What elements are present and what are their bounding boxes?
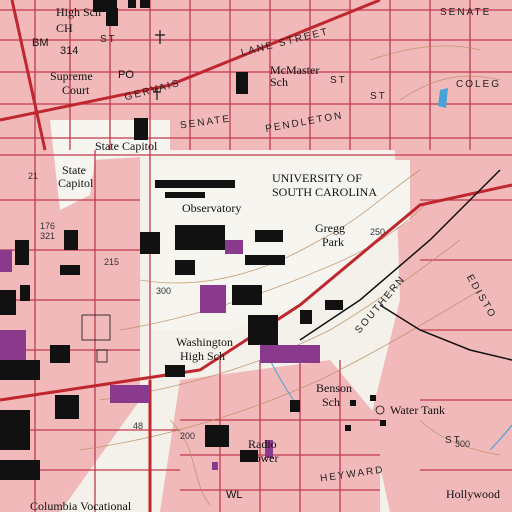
label-ch: CH xyxy=(56,21,73,35)
label-route-176: 176 xyxy=(40,221,56,231)
label-state-capitol: State Capitol xyxy=(95,139,158,153)
label-observatory: Observatory xyxy=(182,201,242,215)
label-benson-sch: Sch xyxy=(322,395,340,409)
label-contour-300b: 300 xyxy=(455,439,471,449)
label-tower: Tower xyxy=(248,451,279,465)
label-wl: WL xyxy=(226,489,243,501)
label-po: PO xyxy=(118,69,134,81)
label-contour-300a: 300 xyxy=(156,286,172,296)
label-benson: Benson xyxy=(316,381,352,395)
label-bm-elevation: 314 xyxy=(60,45,79,57)
label-state: State xyxy=(62,163,86,177)
label-gregg: Gregg xyxy=(315,221,345,235)
label-route-48: 48 xyxy=(133,421,144,431)
label-st-mid: ST xyxy=(330,75,347,86)
label-water-tank: Water Tank xyxy=(390,403,445,417)
label-mcmaster-sch: Sch xyxy=(270,75,288,89)
label-st-pendleton: ST xyxy=(370,91,387,102)
topographic-map[interactable]: High Sch CH BM 314 ST Supreme Court PO G… xyxy=(0,0,512,512)
label-senate-top: SENATE xyxy=(440,7,492,18)
label-park: Park xyxy=(322,235,344,249)
label-college: COLEG xyxy=(456,79,502,90)
label-radio: Radio xyxy=(248,437,277,451)
label-washington: Washington xyxy=(176,335,234,349)
label-supreme: Supreme xyxy=(50,69,93,83)
label-columbia-vocational: Columbia Vocational xyxy=(30,499,132,512)
label-high-sch: High Sch xyxy=(56,5,101,19)
label-court: Court xyxy=(62,83,90,97)
label-university-of: UNIVERSITY OF xyxy=(272,171,362,185)
label-washington-high-sch: High Sch xyxy=(180,349,225,363)
label-route-215: 215 xyxy=(104,257,120,267)
label-south-carolina: SOUTH CAROLINA xyxy=(272,185,377,199)
label-hollywood: Hollywood xyxy=(446,487,500,501)
label-route-321: 321 xyxy=(40,231,56,241)
label-capitol: Capitol xyxy=(58,176,94,190)
label-contour-250: 250 xyxy=(370,227,386,237)
label-contour-200: 200 xyxy=(180,431,196,441)
label-bm: BM xyxy=(32,37,49,49)
label-st-top: ST xyxy=(100,34,117,45)
label-route-21: 21 xyxy=(28,171,39,181)
